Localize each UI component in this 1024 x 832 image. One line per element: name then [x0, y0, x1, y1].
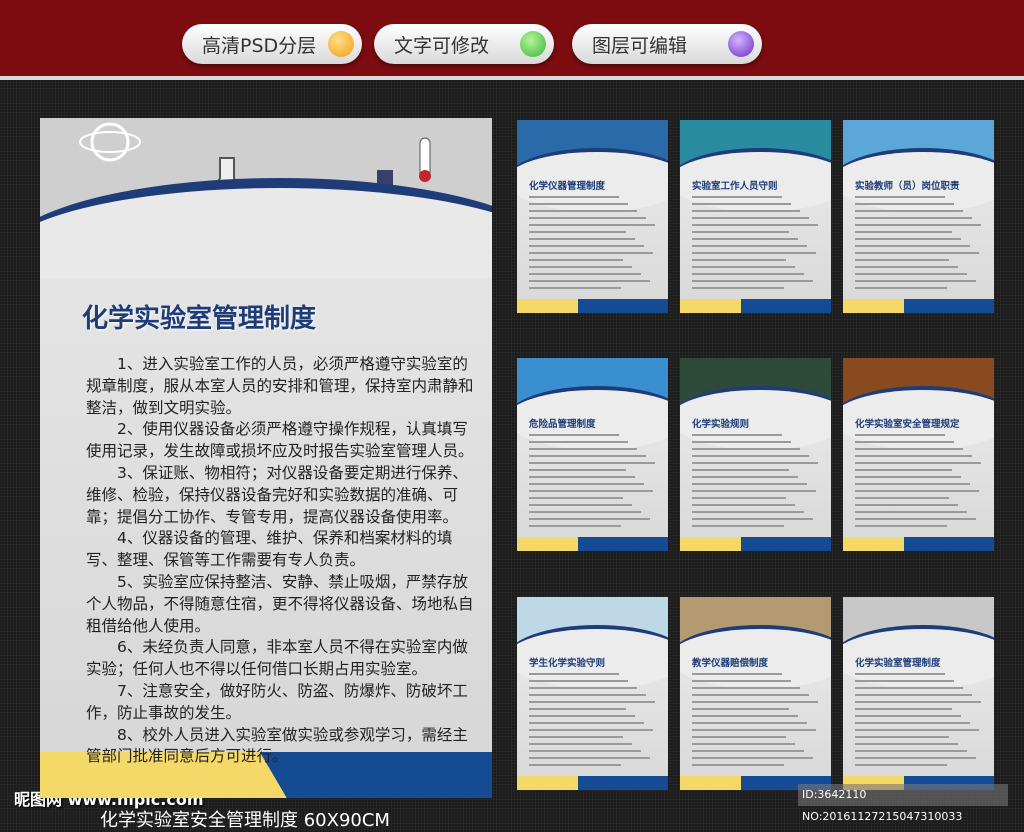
poster-thumbnail[interactable]: 学生化学实验守则	[517, 597, 668, 790]
rule-paragraph: 6、未经负责人同意，非本室人员不得在实验室内做实验；任何人也不得以任何借口长期占…	[86, 638, 468, 679]
thumbnail-footer	[843, 299, 994, 313]
thumbnail-text	[855, 196, 984, 294]
thumbnail-title: 实验室工作人员守则	[692, 181, 778, 192]
thumbnail-text	[855, 434, 984, 532]
poster-thumbnail[interactable]: 教学仪器赔偿制度	[680, 597, 831, 790]
thumbnail-photo	[843, 358, 994, 450]
thumbnail-title: 实验教师（员）岗位职责	[855, 181, 960, 192]
thumbnail-photo	[517, 358, 668, 450]
thumbnail-text	[855, 673, 984, 771]
caption: 化学实验室安全管理制度 60X90CM	[100, 810, 390, 831]
poster-thumbnail[interactable]: 化学实验室管理制度	[843, 597, 994, 790]
poster-body: 1、进入实验室工作的人员，必须严格遵守实验室的规章制度，服从本室人员的安排和管理…	[86, 354, 482, 768]
image-id: ID:3642110 NO:20161127215047310033	[798, 784, 1008, 823]
thumbnail-title: 危险品管理制度	[529, 419, 596, 430]
thumbnail-footer	[680, 537, 831, 551]
poster-thumbnail[interactable]: 危险品管理制度	[517, 358, 668, 551]
thumbnail-title: 化学实验室管理制度	[855, 658, 941, 669]
thumbnail-title: 学生化学实验守则	[529, 658, 606, 669]
main-poster: 化学实验室管理制度 1、进入实验室工作的人员，必须严格遵守实验室的规章制度，服从…	[40, 118, 492, 798]
rule-paragraph: 5、实验室应保持整洁、安静、禁止吸烟，严禁存放个人物品，不得随意住宿，更不得将仪…	[86, 572, 474, 635]
poster-thumbnail[interactable]: 化学仪器管理制度	[517, 120, 668, 313]
thumbnail-footer	[517, 299, 668, 313]
badge-editable-text: 文字可修改	[374, 24, 554, 64]
rule-paragraph: 8、校外人员进入实验室做实验或参观学习，需经主管部门批准同意后方可进行。	[86, 725, 468, 766]
purple-dot-icon	[728, 31, 754, 57]
thumbnail-footer	[517, 776, 668, 790]
thumbnail-title: 化学实验室安全管理规定	[855, 419, 960, 430]
green-dot-icon	[520, 31, 546, 57]
badge-editable-layers: 图层可编辑	[572, 24, 762, 64]
badge-label: 文字可修改	[394, 34, 490, 57]
top-banner: 高清PSD分层 文字可修改 图层可编辑	[0, 0, 1024, 80]
rule-paragraph: 2、使用仪器设备必须严格遵守操作规程，认真填写使用记录，发生故障或损坏应及时报告…	[86, 420, 474, 461]
thumbnail-title: 化学仪器管理制度	[529, 181, 606, 192]
thumbnail-text	[692, 196, 821, 294]
poster-thumbnail[interactable]: 化学实验规则	[680, 358, 831, 551]
thumbnail-text	[529, 196, 658, 294]
thumbnail-photo	[843, 597, 994, 689]
orange-dot-icon	[328, 31, 354, 57]
thumbnail-photo	[517, 120, 668, 212]
thumbnail-text	[692, 434, 821, 532]
thumbnail-photo	[843, 120, 994, 212]
rule-paragraph: 1、进入实验室工作的人员，必须严格遵守实验室的规章制度，服从本室人员的安排和管理…	[86, 355, 474, 417]
thumbnail-footer	[843, 537, 994, 551]
poster-header-illustration	[40, 118, 492, 278]
badge-psd-layers: 高清PSD分层	[182, 24, 362, 64]
rule-paragraph: 7、注意安全，做好防火、防盗、防爆炸、防破坏工作，防止事故的发生。	[86, 681, 468, 722]
thumbnail-photo	[680, 597, 831, 689]
rule-paragraph: 4、仪器设备的管理、维护、保养和档案材料的填写、整理、保管等工作需要有专人负责。	[86, 529, 453, 570]
thumbnail-photo	[680, 120, 831, 212]
thumbnail-footer	[680, 299, 831, 313]
poster-thumbnail[interactable]: 实验教师（员）岗位职责	[843, 120, 994, 313]
thumbnail-footer	[517, 537, 668, 551]
thumbnail-text	[529, 673, 658, 771]
badge-label: 高清PSD分层	[202, 34, 317, 57]
thumbnail-photo	[517, 597, 668, 689]
thumbnail-title: 教学仪器赔偿制度	[692, 658, 769, 669]
rule-paragraph: 3、保证账、物相符；对仪器设备要定期进行保养、维修、检验，保持仪器设备完好和实验…	[86, 463, 468, 526]
badge-label: 图层可编辑	[592, 34, 688, 57]
poster-thumbnail[interactable]: 实验室工作人员守则	[680, 120, 831, 313]
poster-thumbnail[interactable]: 化学实验室安全管理规定	[843, 358, 994, 551]
thumbnail-text	[529, 434, 658, 532]
poster-title: 化学实验室管理制度	[82, 304, 317, 334]
thumbnail-text	[692, 673, 821, 771]
thumbnail-photo	[680, 358, 831, 450]
thumbnail-title: 化学实验规则	[692, 419, 750, 430]
